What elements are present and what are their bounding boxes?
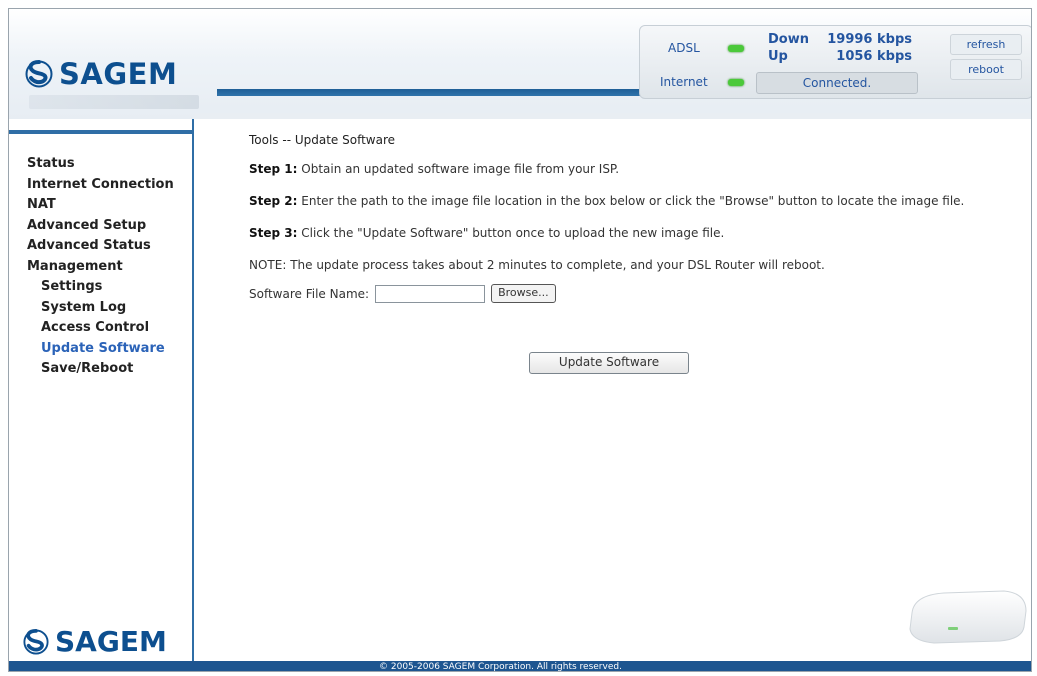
footer: © 2005-2006 SAGEM Corporation. All right… bbox=[9, 661, 1031, 672]
up-rate: 1056 kbps bbox=[836, 49, 912, 64]
file-label: Software File Name: bbox=[249, 286, 370, 301]
sagem-logo-icon bbox=[23, 628, 49, 655]
connection-status-panel: ADSL Internet Down 19996 kbps Up 1056 kbps… bbox=[639, 25, 1031, 99]
brand-name: SAGEM bbox=[59, 57, 178, 91]
sagem-logo: SAGEM bbox=[25, 57, 177, 91]
header-actions: refresh reboot bbox=[950, 34, 1022, 84]
router-device-icon bbox=[909, 590, 1027, 644]
line-rates: Down 19996 kbps Up 1056 kbps bbox=[768, 31, 912, 65]
main-content: Tools -- Update Software Step 1: Obtain … bbox=[249, 133, 989, 303]
brand-name: SAGEM bbox=[55, 625, 167, 658]
header: SAGEM ADSL Internet Down 19996 kbps Up 105… bbox=[9, 9, 1031, 119]
internet-label: Internet bbox=[660, 75, 708, 89]
sidebar-item-update-software[interactable]: Update Software bbox=[27, 339, 174, 360]
down-rate: 19996 kbps bbox=[827, 32, 912, 47]
file-row: Software File Name: Browse... bbox=[249, 284, 989, 303]
sidebar-item-internet-connection[interactable]: Internet Connection bbox=[27, 175, 174, 196]
up-label: Up bbox=[768, 49, 788, 64]
sidebar-item-management[interactable]: Management bbox=[27, 257, 174, 278]
sagem-logo-icon bbox=[25, 60, 53, 88]
content-top-shade bbox=[194, 113, 1031, 119]
sidebar-nav: Status Internet Connection NAT Advanced … bbox=[27, 154, 174, 380]
step-2-label: Step 2: bbox=[249, 194, 298, 208]
sidebar-item-save-reboot[interactable]: Save/Reboot bbox=[27, 359, 174, 380]
step-2-text: Enter the path to the image file locatio… bbox=[297, 194, 965, 208]
sidebar-item-system-log[interactable]: System Log bbox=[27, 298, 174, 319]
software-file-input[interactable] bbox=[375, 284, 486, 303]
page-title: Tools -- Update Software bbox=[249, 133, 396, 147]
sidebar-item-advanced-status[interactable]: Advanced Status bbox=[27, 236, 174, 257]
sidebar-item-access-control[interactable]: Access Control bbox=[27, 318, 174, 339]
connection-status-text: Connected. bbox=[756, 72, 918, 94]
step-1-label: Step 1: bbox=[249, 162, 298, 176]
sidebar-item-settings[interactable]: Settings bbox=[27, 277, 174, 298]
reboot-button[interactable]: reboot bbox=[950, 59, 1022, 80]
refresh-button[interactable]: refresh bbox=[950, 34, 1022, 55]
step-3-label: Step 3: bbox=[249, 226, 298, 240]
step-1: Step 1: Obtain an updated software image… bbox=[249, 162, 989, 177]
note: NOTE: The update process takes about 2 m… bbox=[249, 258, 825, 272]
step-3: Step 3: Click the "Update Software" butt… bbox=[249, 226, 989, 241]
sidebar-separator bbox=[192, 119, 194, 661]
sidebar-item-nat[interactable]: NAT bbox=[27, 195, 174, 216]
step-2: Step 2: Enter the path to the image file… bbox=[249, 194, 989, 209]
page-frame: SAGEM ADSL Internet Down 19996 kbps Up 105… bbox=[8, 8, 1032, 672]
step-1-text: Obtain an updated software image file fr… bbox=[297, 162, 620, 176]
sidebar-item-advanced-setup[interactable]: Advanced Setup bbox=[27, 216, 174, 237]
sidebar-item-status[interactable]: Status bbox=[27, 154, 174, 175]
step-3-text: Click the "Update Software" button once … bbox=[297, 226, 725, 240]
adsl-label: ADSL bbox=[668, 41, 700, 55]
logo-reflection bbox=[29, 95, 199, 109]
copyright-text: © 2005-2006 SAGEM Corporation. All right… bbox=[379, 662, 622, 672]
adsl-led-icon bbox=[728, 45, 744, 52]
down-label: Down bbox=[768, 32, 809, 47]
sidebar-sagem-logo: SAGEM bbox=[23, 625, 167, 658]
update-software-button[interactable]: Update Software bbox=[529, 352, 689, 374]
internet-led-icon bbox=[728, 79, 744, 86]
browse-button[interactable]: Browse... bbox=[491, 284, 556, 303]
